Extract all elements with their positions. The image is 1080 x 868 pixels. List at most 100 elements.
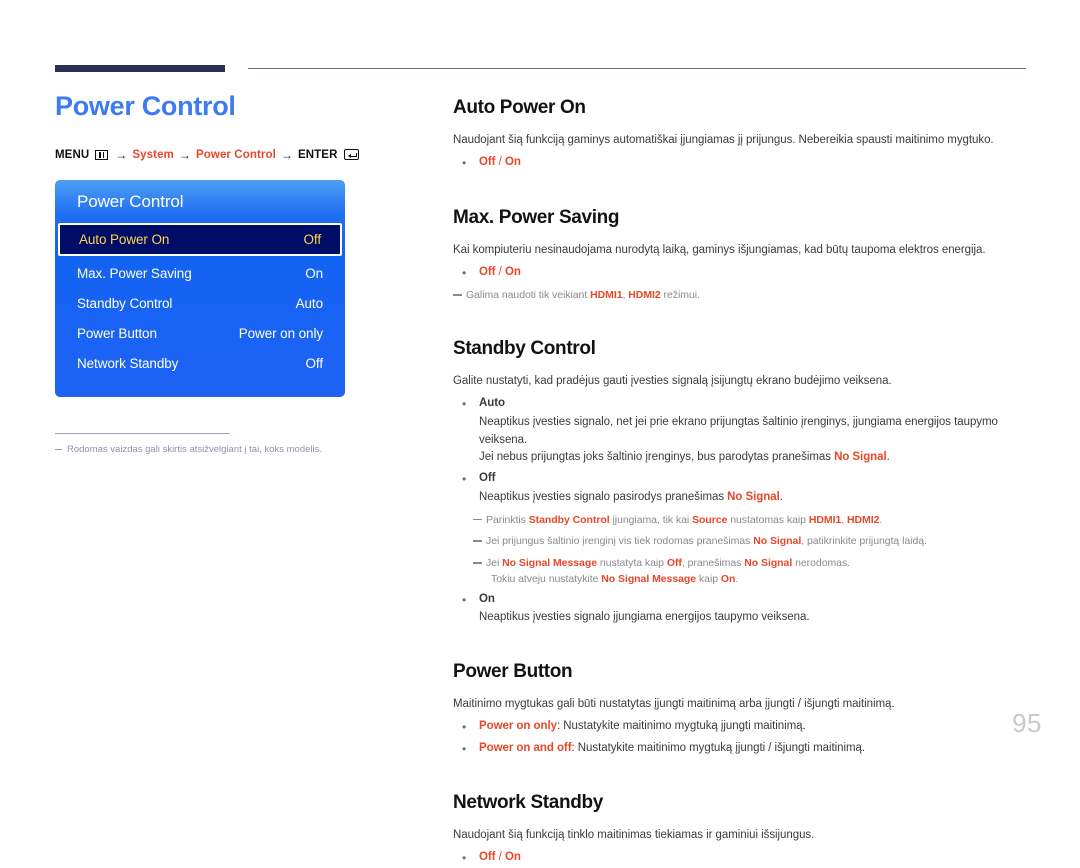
n3-sub-no-signal-message: No Signal Message <box>601 572 697 585</box>
osd-row-value: On <box>305 265 323 281</box>
n3-sub-mid: kaip <box>696 572 721 585</box>
bullet-dot-icon: • <box>462 720 467 735</box>
osd-row-standby-control[interactable]: Standby Control Auto <box>55 289 345 318</box>
auto-power-on-option-text: Off / On <box>479 154 521 173</box>
n3-off: Off <box>666 557 682 570</box>
n3-sub-pre: Tokiu atveju nustatykite <box>491 572 602 585</box>
option-off: Off <box>479 156 496 169</box>
option-on: On <box>504 851 521 864</box>
n1-hdmi2: HDMI2 <box>846 513 880 526</box>
breadcrumb: MENU → System → Power Control → ENTER <box>55 148 415 162</box>
page-number: 95 <box>1012 708 1042 738</box>
bullet-dot-icon: • <box>462 156 467 171</box>
breadcrumb-arrow-2: → <box>178 147 191 162</box>
header-rule-thin <box>248 68 1026 69</box>
n1-mid: įjungiama, tik kai <box>609 513 693 526</box>
standby-off-line: Neaptikus įvesties signalo pasirodys pra… <box>479 489 1033 507</box>
osd-row-max-power-saving[interactable]: Max. Power Saving On <box>55 259 345 288</box>
max-power-saving-body: Kai kompiuteriu nesinaudojama nurodytą l… <box>453 243 986 256</box>
n3-post: nerodomas. <box>792 557 851 570</box>
n3-no-signal: No Signal <box>744 557 793 570</box>
section-heading-standby-control: Standby Control <box>453 338 596 360</box>
n3-mid2: , pranešimas <box>681 557 745 570</box>
power-button-option-2: • Power on and off: Nustatykite maitinim… <box>453 740 1033 759</box>
section-heading-max-power-saving: Max. Power Saving <box>453 206 620 228</box>
network-standby-options: • Off / On <box>453 849 1033 868</box>
menu-grid-icon <box>95 149 109 160</box>
osd-row-label: Auto Power On <box>79 231 170 247</box>
left-note-divider <box>55 432 230 434</box>
standby-auto-label: Auto <box>479 397 505 410</box>
note-text: Galima naudoti tik veikiant HDMI1, HDMI2… <box>466 288 700 304</box>
breadcrumb-enter-label: ENTER <box>298 148 338 161</box>
breadcrumb-item-system: System <box>132 148 174 161</box>
option-separator: / <box>498 156 502 169</box>
note-dash-icon <box>473 534 486 550</box>
enter-key-icon <box>344 149 360 161</box>
note-dash-icon <box>473 556 486 588</box>
standby-option-off: • Off <box>453 470 1033 489</box>
power-button-option-1-text: Power on only: Nustatykite maitinimo myg… <box>479 718 806 737</box>
off-line-post: . <box>779 490 783 503</box>
bullet-dot-icon: • <box>462 397 467 412</box>
bullet-dot-icon: • <box>462 265 467 280</box>
off-line-pre: Neaptikus įvesties signalo pasirodys pra… <box>479 490 728 503</box>
section-heading-power-button: Power Button <box>453 661 573 683</box>
power-button-option-1: • Power on only: Nustatykite maitinimo m… <box>453 718 1033 737</box>
osd-row-network-standby[interactable]: Network Standby Off <box>55 349 345 378</box>
note-post: režimui. <box>660 289 700 302</box>
n2-post: , patikrinkite prijungtą laidą. <box>801 535 927 548</box>
no-signal-label: No Signal <box>834 451 887 464</box>
auto-line2-post: . <box>886 451 890 464</box>
note-pre: Galima naudoti tik veikiant <box>466 289 591 302</box>
auto-power-on-options: • Off / On <box>453 154 1033 173</box>
breadcrumb-arrow-3: → <box>280 147 293 162</box>
no-signal-label: No Signal <box>753 535 802 548</box>
n3-sub-post: . <box>735 572 739 585</box>
option-separator: / <box>498 265 502 278</box>
n2-pre: Jei prijungus šaltinio įrenginį vis tiek… <box>486 535 754 548</box>
standby-option-auto: • Auto <box>453 395 1033 414</box>
option-off: Off <box>479 265 496 278</box>
section-heading-auto-power-on: Auto Power On <box>453 97 586 118</box>
option-on: On <box>504 156 521 169</box>
n3-sub-on: On <box>720 572 736 585</box>
osd-row-label: Power Button <box>77 325 157 341</box>
power-button-body: Maitinimo mygtukas gali būti nustatytas … <box>453 697 895 710</box>
breadcrumb-item-power-control: Power Control <box>196 148 276 161</box>
power-button-option-2-text: Power on and off: Nustatykite maitinimo … <box>479 740 865 759</box>
n1-standby-control: Standby Control <box>528 513 610 526</box>
osd-row-value: Off <box>303 231 322 247</box>
auto-power-on-body: Naudojant šią funkciją gaminys automatiš… <box>453 133 994 146</box>
osd-row-power-button[interactable]: Power Button Power on only <box>55 319 345 348</box>
standby-on-label: On <box>479 592 495 605</box>
no-signal-label: No Signal <box>727 490 780 503</box>
bullet-dot-icon: • <box>462 472 467 487</box>
osd-row-label: Network Standby <box>77 355 179 371</box>
standby-note-3: Jei No Signal Message nustatyta kaip Off… <box>473 556 1033 588</box>
note-text: Parinktis Standby Control įjungiama, tik… <box>486 513 882 529</box>
bullet-dot-icon: • <box>462 592 467 607</box>
osd-menu-panel: Power Control Auto Power On Off Max. Pow… <box>55 179 345 397</box>
standby-auto-line1: Neaptikus įvesties signalo, net jei prie… <box>479 415 998 446</box>
n1-mid2: nustatomas kaip <box>727 513 809 526</box>
network-standby-option-text: Off / On <box>479 849 521 868</box>
breadcrumb-menu-label: MENU <box>55 148 90 161</box>
option-on: On <box>504 265 521 278</box>
osd-row-auto-power-on[interactable]: Auto Power On Off <box>58 222 342 256</box>
breadcrumb-arrow-1: → <box>115 147 128 162</box>
standby-option-on: • On <box>453 591 1033 610</box>
right-column: Auto Power On Naudojant šią funkciją gam… <box>453 97 1033 868</box>
bullet-dot-icon: • <box>462 851 467 866</box>
left-note-text: Rodomas vaizdas gali skirtis atsižvelgia… <box>67 443 323 455</box>
power-on-only-label: Power on only <box>479 720 557 733</box>
option-separator: / <box>498 851 502 864</box>
standby-note-1: Parinktis Standby Control įjungiama, tik… <box>473 513 1033 529</box>
n3-pre: Jei <box>486 557 503 570</box>
power-on-and-off-desc: : Nustatykite maitinimo mygtuką įjungti … <box>571 741 865 754</box>
standby-control-body: Galite nustatyti, kad pradėjus gauti įve… <box>453 374 892 387</box>
standby-off-label: Off <box>479 472 496 485</box>
note-dash-icon <box>55 448 62 450</box>
page-title: Power Control <box>55 91 236 121</box>
bullet-dot-icon: • <box>462 741 467 756</box>
